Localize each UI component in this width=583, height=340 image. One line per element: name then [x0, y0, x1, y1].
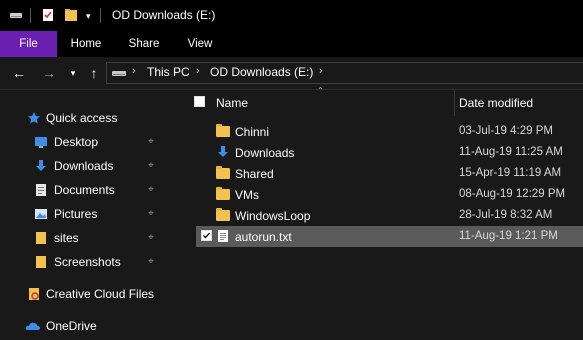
nav-label: Creative Cloud Files — [46, 287, 155, 301]
drive-icon[interactable] — [9, 8, 23, 22]
select-all-checkbox[interactable] — [194, 96, 205, 107]
column-header-date-modified[interactable]: Date modified — [459, 96, 533, 110]
sidebar-item-creative-cloud[interactable]: Creative Cloud Files — [0, 282, 178, 306]
sort-ascending-icon: ⌃ — [317, 86, 324, 95]
table-row[interactable]: Shared 15-Apr-19 11:19 AM — [196, 163, 583, 184]
download-arrow-icon — [216, 145, 230, 159]
sidebar-item-onedrive[interactable]: OneDrive — [0, 314, 178, 338]
column-separator[interactable] — [454, 90, 455, 116]
nav-label: Documents — [54, 183, 115, 197]
sidebar-item-sites[interactable]: sites ⌖ — [0, 226, 178, 250]
back-arrow-icon[interactable]: ← — [10, 64, 28, 82]
customize-quick-access-icon[interactable]: ▾ — [86, 11, 91, 22]
breadcrumb-chevron-icon[interactable]: › — [132, 65, 136, 77]
onedrive-cloud-icon — [25, 319, 40, 333]
pin-icon[interactable]: ⌖ — [146, 256, 156, 268]
pin-icon[interactable]: ⌖ — [146, 160, 156, 172]
file-date: 28-Jul-19 8:32 AM — [459, 209, 553, 221]
column-header-name[interactable]: Name — [216, 96, 248, 110]
file-date: 15-Apr-19 11:19 AM — [459, 167, 562, 179]
nav-scrollbar[interactable] — [164, 90, 180, 340]
recent-locations-chevron-icon[interactable]: ▾ — [64, 64, 82, 82]
nav-label: Downloads — [54, 159, 114, 173]
title-separator — [100, 8, 101, 23]
up-arrow-icon[interactable]: ↑ — [85, 64, 103, 82]
file-name: WindowsLoop — [235, 209, 311, 223]
pin-icon[interactable]: ⌖ — [146, 208, 156, 220]
properties-icon[interactable] — [41, 8, 55, 22]
nav-label: Quick access — [46, 111, 118, 125]
file-name: Downloads — [235, 146, 295, 160]
breadcrumb-chevron-icon[interactable]: › — [196, 65, 200, 77]
sidebar-item-downloads[interactable]: Downloads ⌖ — [0, 154, 178, 178]
sidebar-item-desktop[interactable]: Desktop ⌖ — [0, 130, 178, 154]
tab-share[interactable]: Share — [118, 31, 170, 57]
pin-icon[interactable]: ⌖ — [146, 184, 156, 196]
desktop-icon — [34, 135, 48, 149]
nav-label: Pictures — [54, 207, 98, 221]
text-file-icon — [216, 229, 230, 243]
table-row-selected[interactable]: autorun.txt 11-Aug-19 1:21 PM — [196, 226, 583, 247]
tab-home[interactable]: Home — [60, 31, 112, 57]
sidebar-item-pictures[interactable]: Pictures ⌖ — [0, 202, 178, 226]
file-name: Shared — [235, 167, 274, 181]
nav-label: Screenshots — [54, 255, 121, 269]
window-title: OD Downloads (E:) — [112, 8, 216, 22]
breadcrumb-drive[interactable]: OD Downloads (E:) — [210, 65, 313, 79]
file-date: 08-Aug-19 12:29 PM — [459, 188, 566, 200]
file-name: Chinni — [235, 125, 270, 139]
file-date: 03-Jul-19 4:29 PM — [459, 125, 553, 137]
download-arrow-icon — [34, 159, 48, 173]
file-name: autorun.txt — [235, 230, 292, 244]
pin-icon[interactable]: ⌖ — [146, 232, 156, 244]
sidebar-item-screenshots[interactable]: Screenshots ⌖ — [0, 250, 178, 274]
table-row[interactable]: WindowsLoop 28-Jul-19 8:32 AM — [196, 205, 583, 226]
nav-label: OneDrive — [46, 319, 97, 333]
folder-icon — [216, 124, 230, 138]
file-date: 11-Aug-19 1:21 PM — [459, 230, 558, 242]
tab-file[interactable]: File — [0, 31, 57, 57]
breadcrumb-this-pc[interactable]: This PC — [147, 65, 190, 79]
nav-quick-access[interactable]: Quick access — [0, 106, 178, 130]
pin-icon[interactable]: ⌖ — [146, 136, 156, 148]
folder-icon — [34, 255, 48, 269]
file-date: 11-Aug-19 11:25 AM — [459, 146, 563, 158]
star-icon — [27, 111, 41, 125]
creative-cloud-folder-icon — [27, 287, 41, 301]
nav-label: sites — [54, 231, 79, 245]
folder-icon — [216, 187, 230, 201]
table-row[interactable]: VMs 08-Aug-19 12:29 PM — [196, 184, 583, 205]
row-checkbox[interactable] — [201, 230, 212, 241]
drive-icon — [111, 66, 127, 83]
file-name: VMs — [235, 188, 259, 202]
folder-icon — [216, 208, 230, 222]
tab-view[interactable]: View — [174, 31, 226, 57]
breadcrumb-chevron-icon[interactable]: › — [319, 65, 323, 77]
folder-icon — [216, 166, 230, 180]
folder-icon — [34, 231, 48, 245]
title-separator — [30, 8, 31, 23]
nav-label: Desktop — [54, 135, 99, 149]
pictures-icon — [34, 207, 48, 221]
document-icon — [34, 183, 48, 197]
table-row[interactable]: Chinni 03-Jul-19 4:29 PM — [196, 121, 583, 142]
table-row[interactable]: Downloads 11-Aug-19 11:25 AM — [196, 142, 583, 163]
new-folder-icon[interactable] — [64, 8, 78, 22]
forward-arrow-icon[interactable]: → — [40, 64, 58, 82]
sidebar-item-documents[interactable]: Documents ⌖ — [0, 178, 178, 202]
